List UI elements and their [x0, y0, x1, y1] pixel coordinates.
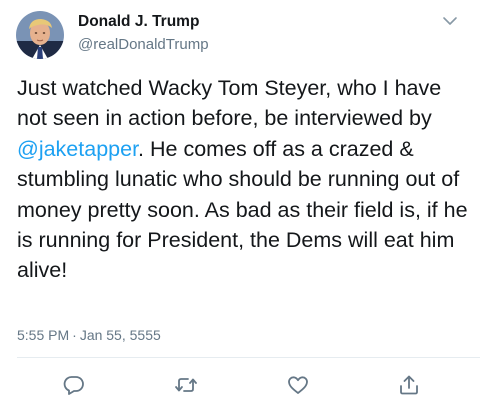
author-handle[interactable]: @realDonaldTrump [78, 36, 209, 53]
chevron-down-icon[interactable] [441, 14, 459, 28]
tweet-text: Just watched Wacky Tom Steyer, who I hav… [17, 73, 469, 286]
profile-avatar[interactable] [16, 11, 64, 59]
tweet-card: Donald J. Trump @realDonaldTrump Just wa… [0, 0, 480, 410]
divider [17, 357, 480, 358]
share-button[interactable] [396, 372, 422, 398]
reply-button[interactable] [61, 372, 87, 398]
heart-icon [288, 376, 308, 394]
like-button[interactable] [285, 372, 311, 398]
author-display-name[interactable]: Donald J. Trump [78, 13, 199, 31]
mention-link[interactable]: @jaketapper [17, 137, 138, 161]
tweet-timestamp[interactable]: 5:55 PM · Jan 55, 5555 [17, 327, 161, 343]
meta-separator: · [72, 327, 77, 343]
avatar-image [16, 11, 64, 59]
share-icon [400, 375, 418, 395]
reply-icon [63, 376, 84, 395]
tweet-date: Jan 55, 5555 [79, 327, 161, 343]
retweet-button[interactable] [173, 372, 199, 398]
tweet-text-before: Just watched Wacky Tom Steyer, who I hav… [17, 76, 442, 131]
tweet-time: 5:55 PM [17, 327, 70, 343]
retweet-icon [175, 378, 197, 392]
